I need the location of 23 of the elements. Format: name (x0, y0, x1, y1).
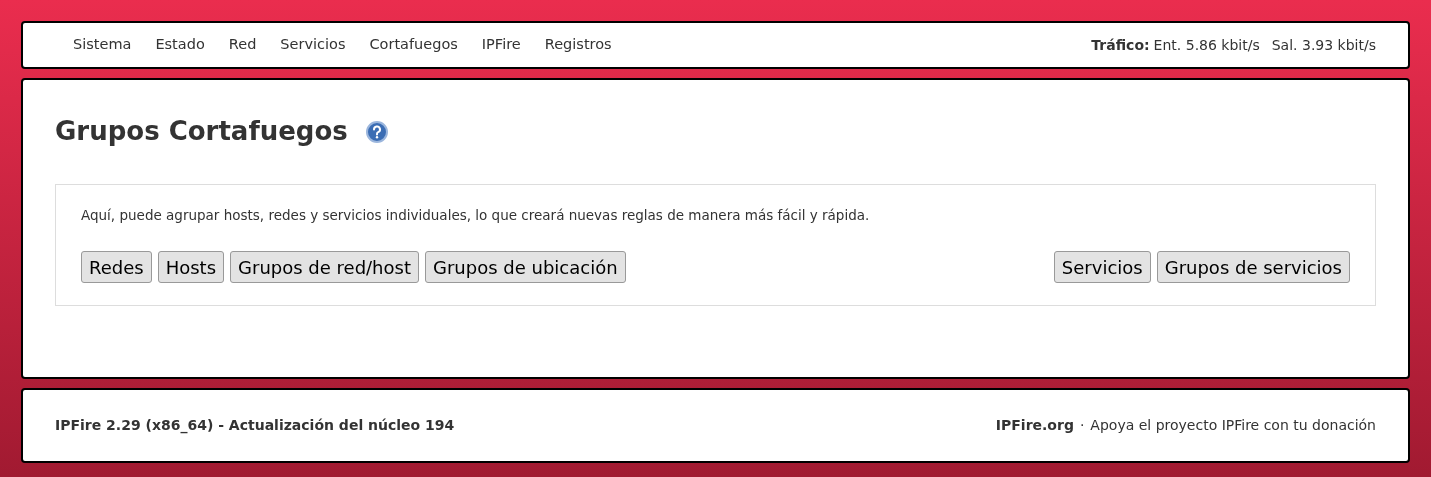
nav-menu-item[interactable]: Registros (542, 34, 614, 56)
nav-menu-item[interactable]: Servicios (278, 34, 348, 56)
incoming-traffic: Ent. 5.86 kbit/s (1153, 35, 1260, 55)
group-button[interactable]: Grupos de ubicación (425, 251, 626, 284)
description-text: Aquí, puede agrupar hosts, redes y servicios individuales, lo que creará nuevas reglas de manera más fácil y rápida. (81, 206, 871, 225)
page-title: Grupos Cortafuegos (55, 115, 348, 148)
traffic-label: Tráfico: (1091, 35, 1150, 55)
nav-menu-item[interactable]: Cortafuegos (367, 34, 460, 56)
nav-menu-item[interactable]: Sistema (71, 34, 134, 56)
donation-text: Apoya el proyecto IPFire con tu donación (1090, 416, 1376, 435)
group-button[interactable]: Grupos de servicios (1156, 251, 1350, 284)
group-button[interactable]: Servicios (1053, 251, 1151, 284)
separator-dot: · (1079, 416, 1085, 435)
group-button[interactable]: Redes (81, 251, 152, 284)
outgoing-traffic: Sal. 3.93 kbit/s (1271, 35, 1376, 55)
nav-menu-item[interactable]: IPFire (479, 34, 523, 56)
group-button[interactable]: Grupos de red/host (230, 251, 419, 284)
nav-menu-item[interactable]: Estado (153, 34, 207, 56)
nav-menu-item[interactable]: Red (226, 34, 259, 56)
help-icon[interactable] (365, 120, 388, 143)
group-button[interactable]: Hosts (157, 251, 225, 284)
website-link[interactable]: IPFire.org (995, 415, 1074, 436)
version-text: IPFire 2.29 (x86_64) - Actualización del núcleo 194 (55, 416, 455, 436)
